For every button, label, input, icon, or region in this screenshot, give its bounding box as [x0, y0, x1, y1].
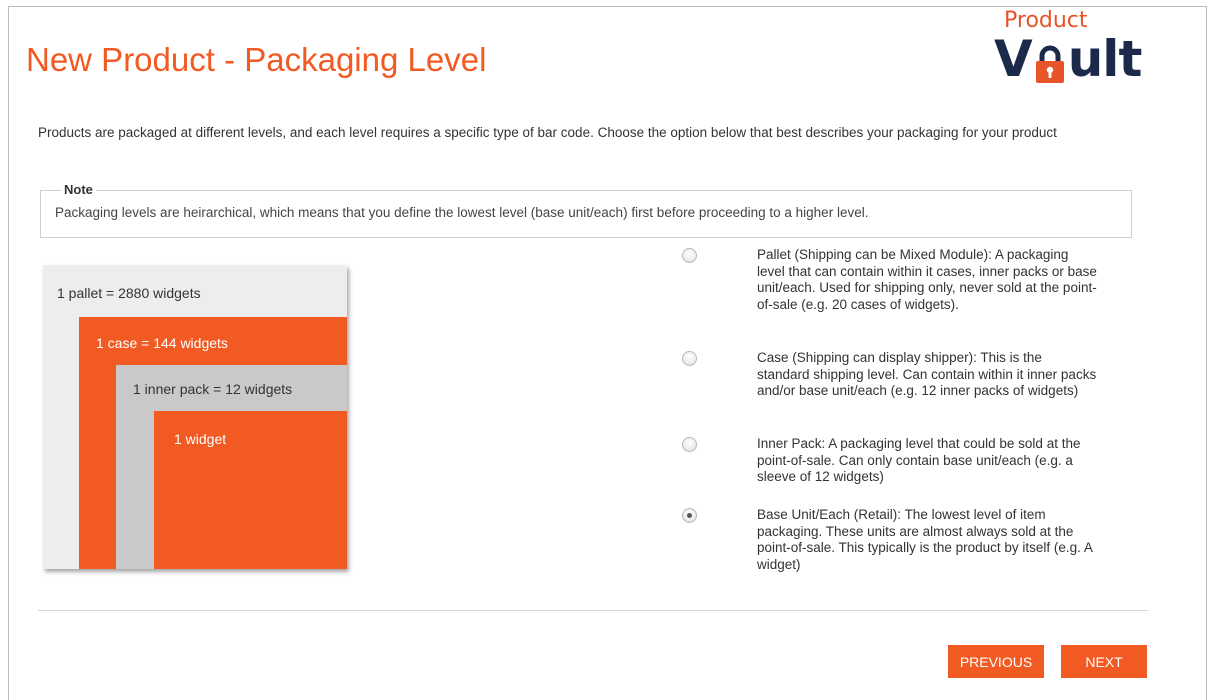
- option-inner-pack-label: Inner Pack: A packaging level that could…: [757, 436, 1081, 484]
- logo-vault-text: V ult: [994, 30, 1143, 88]
- pallet-level-label: 1 pallet = 2880 widgets: [57, 285, 201, 301]
- radio-inner-pack[interactable]: [682, 437, 697, 452]
- note-text: Packaging levels are heirarchical, which…: [55, 205, 869, 220]
- intro-text: Products are packaged at different level…: [38, 125, 1057, 140]
- packaging-hierarchy-diagram: 1 pallet = 2880 widgets 1 case = 144 wid…: [43, 265, 347, 569]
- inner-pack-level-label: 1 inner pack = 12 widgets: [133, 381, 293, 397]
- option-case-label: Case (Shipping can display shipper): Thi…: [757, 350, 1097, 398]
- widget-level-label: 1 widget: [174, 431, 227, 447]
- note-legend: Note: [61, 182, 96, 197]
- page-title: New Product - Packaging Level: [26, 41, 487, 78]
- option-base-unit-label: Base Unit/Each (Retail): The lowest leve…: [757, 507, 1093, 572]
- padlock-icon: [1033, 42, 1067, 83]
- radio-base-unit[interactable]: [682, 508, 697, 523]
- widget-level-box: 1 widget: [154, 411, 347, 569]
- logo-vault-ult: ult: [1067, 30, 1143, 88]
- radio-pallet[interactable]: [682, 248, 697, 263]
- logo-vault-v: V: [994, 30, 1033, 88]
- footer-divider: [38, 610, 1148, 611]
- previous-button[interactable]: PREVIOUS: [948, 645, 1044, 678]
- product-vault-logo: Product V ult: [994, 8, 1144, 88]
- option-pallet-label: Pallet (Shipping can be Mixed Module): A…: [757, 247, 1097, 312]
- note-box: Note Packaging levels are heirarchical, …: [40, 182, 1132, 238]
- case-level-label: 1 case = 144 widgets: [96, 335, 228, 351]
- next-button[interactable]: NEXT: [1061, 645, 1147, 678]
- radio-case[interactable]: [682, 351, 697, 366]
